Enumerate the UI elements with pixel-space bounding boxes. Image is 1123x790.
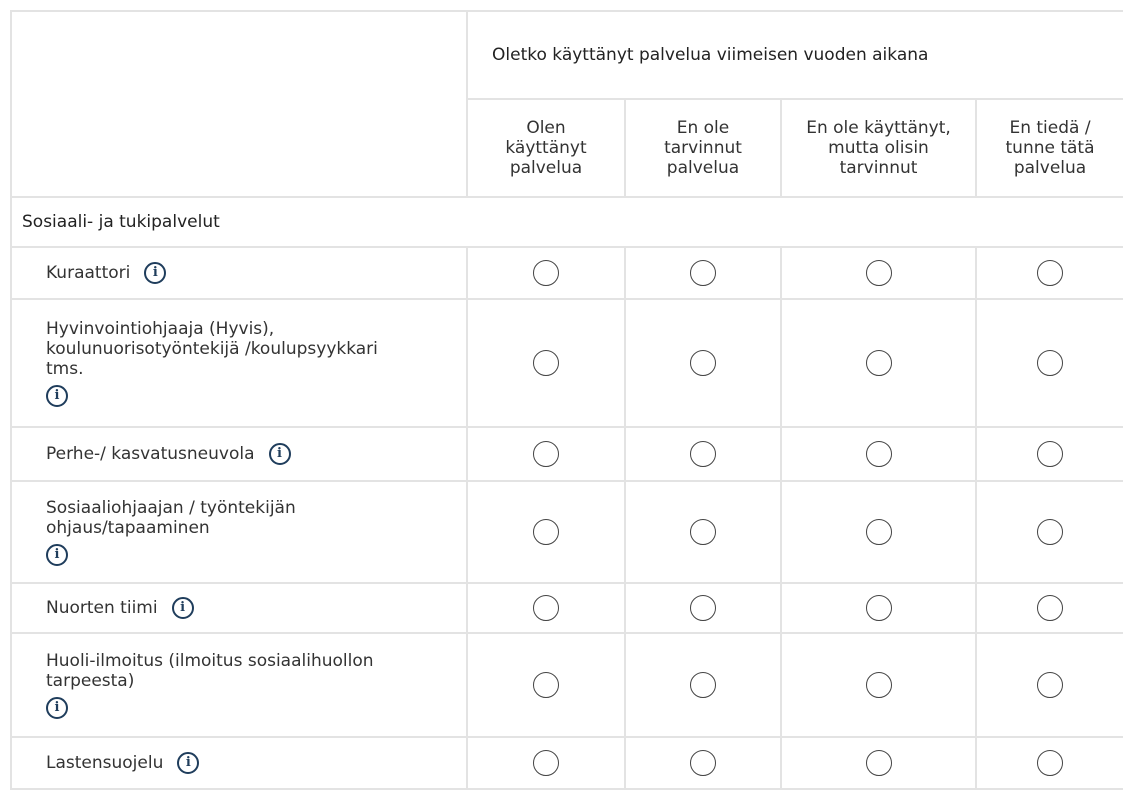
radio-option-3[interactable] — [865, 750, 892, 776]
question-row: Nuorten tiimi i — [10, 582, 1123, 634]
radio-option-4[interactable] — [1037, 750, 1064, 776]
question-row: Sosiaaliohjaajan / työntekijän ohjaus/ta… — [10, 480, 1123, 584]
radio-option-4[interactable] — [1037, 260, 1064, 286]
radio-cell — [466, 480, 626, 584]
row-label: Kuraattori — [46, 263, 131, 283]
row-label: Lastensuojelu — [46, 753, 164, 773]
radio-option-3[interactable] — [865, 441, 892, 467]
radio-option-2[interactable] — [690, 672, 716, 698]
radio-option-2[interactable] — [690, 595, 716, 621]
option-label: Olen käyttänyt palvelua — [505, 118, 587, 178]
radio-option-4[interactable] — [1037, 350, 1064, 376]
radio-cell — [466, 632, 626, 738]
radio-option-1[interactable] — [533, 260, 559, 286]
radio-cell — [624, 298, 782, 428]
option-header-1: Olen käyttänyt palvelua — [466, 98, 626, 198]
question-row: Hyvinvointiohjaaja (Hyvis), koulunuoriso… — [10, 298, 1123, 428]
radio-cell — [466, 246, 626, 300]
info-icon[interactable]: i — [46, 544, 68, 566]
radio-cell — [466, 736, 626, 790]
survey-matrix: Oletko käyttänyt palvelua viimeisen vuod… — [9, 10, 1123, 790]
radio-cell — [974, 582, 1123, 634]
radio-option-4[interactable] — [1037, 595, 1064, 621]
radio-option-2[interactable] — [690, 260, 716, 286]
info-icon[interactable]: i — [177, 752, 200, 774]
section-title: Sosiaali- ja tukipalvelut — [9, 196, 1123, 248]
row-label: Sosiaaliohjaajan / työntekijän ohjaus/ta… — [46, 498, 296, 538]
header-row-question: Oletko käyttänyt palvelua viimeisen vuod… — [10, 10, 1123, 198]
question-grid: Oletko käyttänyt palvelua viimeisen vuod… — [9, 10, 1123, 790]
radio-cell — [624, 632, 782, 738]
radio-cell — [624, 582, 782, 634]
radio-cell — [780, 480, 977, 584]
question-row: Lastensuojelu i — [10, 736, 1123, 790]
row-label: Nuorten tiimi — [46, 598, 158, 618]
info-icon[interactable]: i — [171, 597, 194, 619]
radio-cell — [466, 426, 626, 482]
radio-option-4[interactable] — [1037, 441, 1064, 467]
radio-cell — [466, 582, 626, 634]
radio-option-1[interactable] — [533, 672, 559, 698]
radio-cell — [780, 298, 977, 428]
row-label: Hyvinvointiohjaaja (Hyvis), koulunuoriso… — [46, 319, 378, 379]
radio-cell — [624, 736, 782, 790]
question-row: Kuraattori i — [10, 246, 1123, 300]
radio-cell — [780, 426, 977, 482]
radio-cell — [974, 632, 1123, 738]
radio-option-3[interactable] — [865, 595, 892, 621]
header-empty-corner — [10, 10, 468, 198]
row-label: Perhe-/ kasvatusneuvola — [46, 444, 255, 464]
option-label: En tiedä / tunne tätä palvelua — [1005, 118, 1095, 178]
radio-cell — [780, 736, 977, 790]
radio-cell — [780, 246, 977, 300]
radio-option-3[interactable] — [865, 672, 892, 698]
radio-option-2[interactable] — [690, 441, 716, 467]
radio-option-1[interactable] — [533, 519, 559, 545]
radio-cell — [466, 298, 626, 428]
row-label-cell: Lastensuojelu i — [10, 736, 468, 790]
info-icon[interactable]: i — [268, 443, 291, 465]
section-row: Sosiaali- ja tukipalvelut — [9, 196, 1123, 248]
option-label: En ole käyttänyt, mutta olisin tarvinnut — [806, 118, 951, 178]
radio-option-3[interactable] — [865, 519, 892, 545]
radio-option-2[interactable] — [690, 350, 716, 376]
radio-cell — [974, 480, 1123, 584]
row-label-cell: Nuorten tiimi i — [10, 582, 468, 634]
row-label-cell: Kuraattori i — [10, 246, 468, 300]
radio-option-1[interactable] — [533, 441, 559, 467]
row-label-cell: Hyvinvointiohjaaja (Hyvis), koulunuoriso… — [10, 298, 468, 428]
question-row: Perhe-/ kasvatusneuvola i — [10, 426, 1123, 482]
radio-option-2[interactable] — [690, 750, 716, 776]
option-header-2: En ole tarvinnut palvelua — [624, 98, 782, 198]
radio-option-4[interactable] — [1037, 519, 1064, 545]
radio-option-1[interactable] — [533, 750, 559, 776]
radio-cell — [624, 426, 782, 482]
info-icon[interactable]: i — [46, 697, 68, 719]
radio-option-2[interactable] — [690, 519, 716, 545]
info-icon[interactable]: i — [144, 262, 167, 284]
option-header-3: En ole käyttänyt, mutta olisin tarvinnut — [780, 98, 977, 198]
option-header-4: En tiedä / tunne tätä palvelua — [974, 98, 1123, 198]
radio-cell — [624, 246, 782, 300]
radio-cell — [780, 582, 977, 634]
radio-cell — [974, 736, 1123, 790]
row-label-cell: Perhe-/ kasvatusneuvola i — [10, 426, 468, 482]
row-label-cell: Sosiaaliohjaajan / työntekijän ohjaus/ta… — [10, 480, 468, 584]
radio-option-3[interactable] — [865, 350, 892, 376]
radio-cell — [974, 426, 1123, 482]
radio-cell — [974, 298, 1123, 428]
radio-option-3[interactable] — [865, 260, 892, 286]
row-label: Huoli-ilmoitus (ilmoitus sosiaalihuollon… — [46, 651, 374, 691]
radio-cell — [780, 632, 977, 738]
row-label-cell: Huoli-ilmoitus (ilmoitus sosiaalihuollon… — [10, 632, 468, 738]
radio-option-1[interactable] — [533, 595, 559, 621]
option-label: En ole tarvinnut palvelua — [664, 118, 742, 178]
question-header: Oletko käyttänyt palvelua viimeisen vuod… — [465, 10, 1123, 100]
radio-option-4[interactable] — [1037, 672, 1064, 698]
question-row: Huoli-ilmoitus (ilmoitus sosiaalihuollon… — [10, 632, 1123, 738]
radio-cell — [624, 480, 782, 584]
radio-cell — [974, 246, 1123, 300]
info-icon[interactable]: i — [46, 385, 68, 407]
radio-option-1[interactable] — [533, 350, 559, 376]
